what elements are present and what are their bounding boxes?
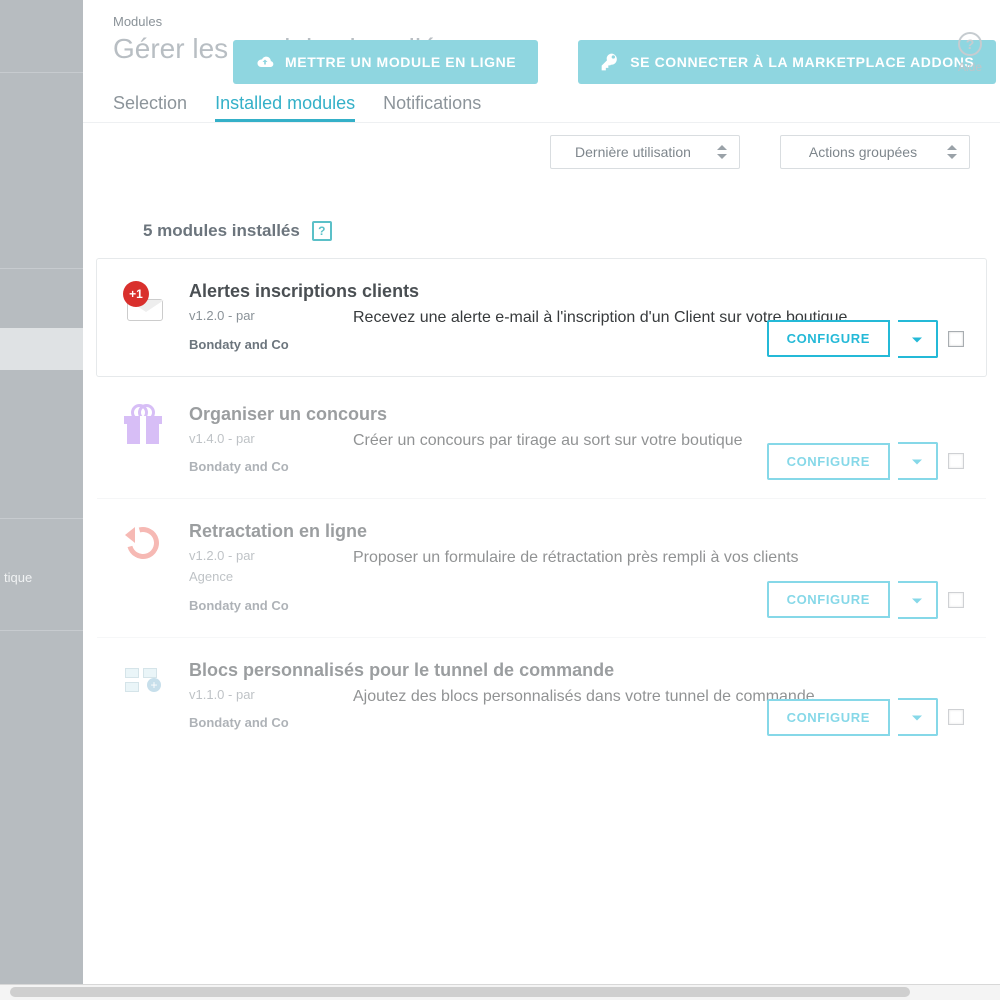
module-count-label: 5 modules installés <box>143 221 300 241</box>
module-icon-blocks: + <box>119 660 167 708</box>
module-author: Bondaty and Co <box>189 335 319 356</box>
module-checkbox[interactable] <box>948 453 964 469</box>
configure-dropdown-button[interactable] <box>898 581 938 619</box>
sort-icon <box>947 145 957 159</box>
module-version: v1.4.0 - par <box>189 429 319 450</box>
sidebar-item-label[interactable]: tique <box>4 570 32 585</box>
module-list: +1 Alertes inscriptions clients v1.2.0 -… <box>83 259 1000 754</box>
module-card: + Blocs personnalisés pour le tunnel de … <box>97 638 986 755</box>
horizontal-scrollbar[interactable] <box>0 984 1000 1000</box>
configure-button[interactable]: CONFIGURE <box>767 581 890 618</box>
upload-module-button[interactable]: METTRE UN MODULE EN LIGNE <box>233 40 538 84</box>
module-author: Bondaty and Co <box>189 713 319 734</box>
sort-icon <box>717 145 727 159</box>
module-count: 5 modules installés ? <box>83 169 1000 259</box>
upload-module-label: METTRE UN MODULE EN LIGNE <box>285 54 516 70</box>
help-button[interactable]: ? Aide <box>958 32 982 74</box>
connect-marketplace-button[interactable]: SE CONNECTER À LA MARKETPLACE ADDONS <box>578 40 996 84</box>
module-title: Organiser un concours <box>189 404 964 425</box>
connect-marketplace-label: SE CONNECTER À LA MARKETPLACE ADDONS <box>630 54 974 70</box>
configure-dropdown-button[interactable] <box>898 320 938 358</box>
module-card: +1 Alertes inscriptions clients v1.2.0 -… <box>97 259 986 376</box>
module-icon-retract <box>119 521 167 569</box>
module-author-line1: Agence <box>189 567 319 588</box>
module-version: v1.1.0 - par <box>189 685 319 706</box>
tab-notifications[interactable]: Notifications <box>383 93 481 122</box>
tab-installed-modules[interactable]: Installed modules <box>215 93 355 122</box>
module-author: Bondaty and Co <box>189 457 319 478</box>
configure-dropdown-button[interactable] <box>898 698 938 736</box>
cloud-upload-icon <box>255 52 275 72</box>
bulk-actions-dropdown[interactable]: Actions groupées <box>780 135 970 169</box>
sort-dropdown[interactable]: Dernière utilisation <box>550 135 740 169</box>
help-hint-icon[interactable]: ? <box>312 221 332 241</box>
module-card: Retractation en ligne v1.2.0 - par Agenc… <box>97 499 986 637</box>
configure-button[interactable]: CONFIGURE <box>767 320 890 357</box>
module-title: Retractation en ligne <box>189 521 964 542</box>
module-version: v1.2.0 - par <box>189 546 319 567</box>
configure-button[interactable]: CONFIGURE <box>767 443 890 480</box>
module-checkbox[interactable] <box>948 331 964 347</box>
help-icon: ? <box>958 32 982 56</box>
scrollbar-thumb[interactable] <box>10 987 910 997</box>
tab-selection[interactable]: Selection <box>113 93 187 122</box>
main-content: Modules Gérer les modules installés METT… <box>83 0 1000 1000</box>
help-label: Aide <box>958 60 982 74</box>
breadcrumb: Modules <box>83 0 1000 29</box>
module-description: Proposer un formulaire de rétractation p… <box>353 546 964 570</box>
module-icon-gift <box>119 404 167 452</box>
module-icon-alert: +1 <box>119 281 167 329</box>
module-version: v1.2.0 - par <box>189 306 319 327</box>
module-author: Bondaty and Co <box>189 596 319 617</box>
bulk-actions-label: Actions groupées <box>809 144 917 160</box>
module-title: Blocs personnalisés pour le tunnel de co… <box>189 660 964 681</box>
module-card: Organiser un concours v1.4.0 - par Bonda… <box>97 382 986 500</box>
sidebar: tique <box>0 0 83 1000</box>
module-checkbox[interactable] <box>948 592 964 608</box>
module-checkbox[interactable] <box>948 709 964 725</box>
configure-dropdown-button[interactable] <box>898 442 938 480</box>
configure-button[interactable]: CONFIGURE <box>767 699 890 736</box>
key-icon <box>600 52 620 72</box>
module-title: Alertes inscriptions clients <box>189 281 964 302</box>
sort-dropdown-label: Dernière utilisation <box>575 144 691 160</box>
